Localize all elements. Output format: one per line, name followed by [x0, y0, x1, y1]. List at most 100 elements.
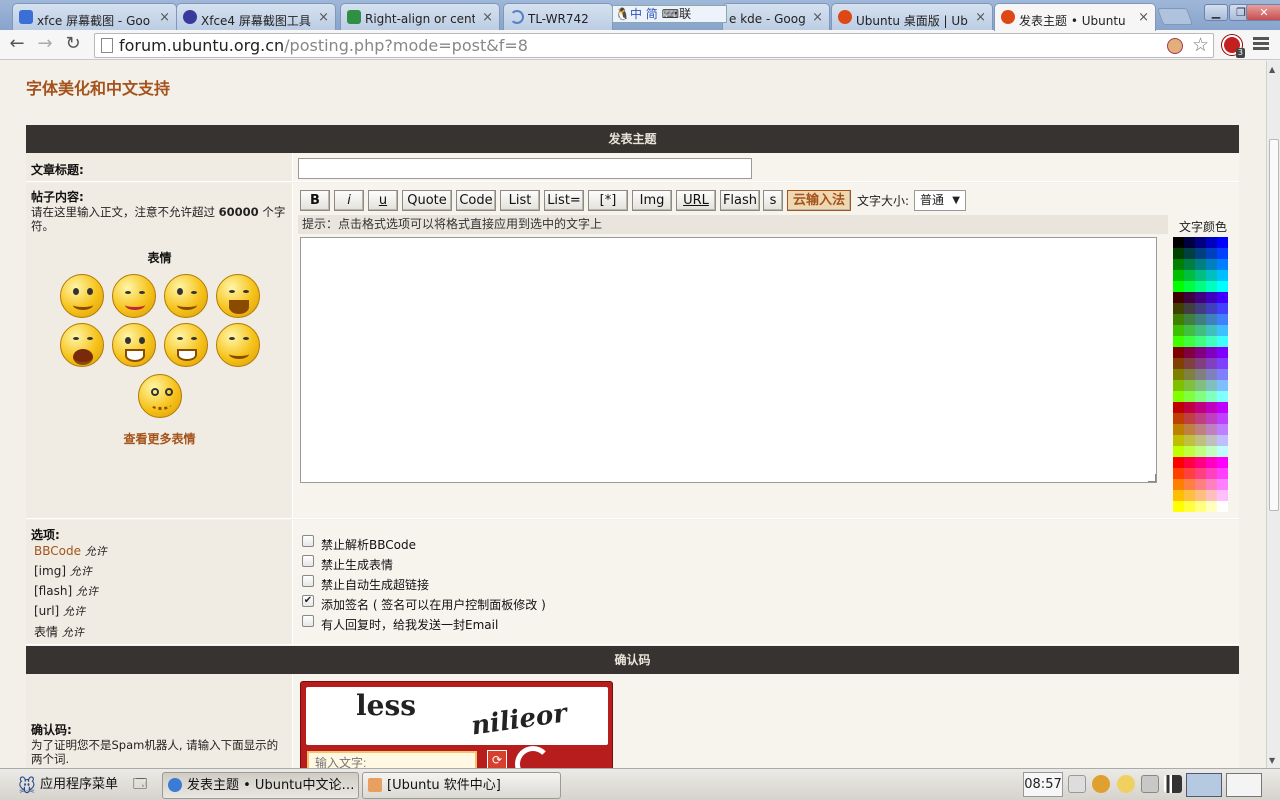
color-swatch[interactable] — [1184, 457, 1195, 468]
color-swatch[interactable] — [1173, 292, 1184, 303]
color-swatch[interactable] — [1195, 457, 1206, 468]
color-swatch[interactable] — [1217, 369, 1228, 380]
color-swatch[interactable] — [1206, 435, 1217, 446]
tab-xfce-screenshot[interactable]: xfce 屏幕截图 - Goo × — [12, 3, 177, 30]
sweat-smiley-icon[interactable] — [112, 323, 156, 367]
color-swatch[interactable] — [1195, 446, 1206, 457]
color-swatch[interactable] — [1173, 380, 1184, 391]
grin-smiley-icon[interactable] — [164, 323, 208, 367]
color-swatch[interactable] — [1173, 457, 1184, 468]
color-swatch[interactable] — [1173, 424, 1184, 435]
smug-smiley-icon[interactable] — [216, 323, 260, 367]
close-icon[interactable]: × — [482, 10, 493, 25]
color-swatch[interactable] — [1195, 259, 1206, 270]
close-window-button[interactable]: ✕ — [1246, 4, 1280, 21]
color-swatch[interactable] — [1173, 369, 1184, 380]
color-swatch[interactable] — [1173, 402, 1184, 413]
italic-button[interactable]: i — [334, 190, 364, 211]
color-swatch[interactable] — [1184, 490, 1195, 501]
font-size-select[interactable]: 普通 ▼ — [914, 190, 966, 211]
color-swatch[interactable] — [1195, 402, 1206, 413]
smiley-icon[interactable] — [60, 274, 104, 318]
network-signal-icon[interactable] — [1164, 775, 1182, 793]
color-swatch[interactable] — [1173, 248, 1184, 259]
color-swatch[interactable] — [1206, 424, 1217, 435]
cry-smiley-icon[interactable] — [60, 323, 104, 367]
color-swatch[interactable] — [1206, 259, 1217, 270]
color-swatch[interactable] — [1195, 424, 1206, 435]
color-swatch[interactable] — [1184, 479, 1195, 490]
list-ordered-button[interactable]: List= — [544, 190, 584, 211]
color-swatch[interactable] — [1173, 391, 1184, 402]
color-swatch[interactable] — [1195, 468, 1206, 479]
color-swatch[interactable] — [1184, 435, 1195, 446]
resize-grip-icon[interactable] — [1148, 474, 1156, 482]
color-swatch[interactable] — [1217, 292, 1228, 303]
color-swatch[interactable] — [1217, 303, 1228, 314]
color-swatch[interactable] — [1195, 391, 1206, 402]
color-swatch[interactable] — [1184, 391, 1195, 402]
color-swatch[interactable] — [1195, 336, 1206, 347]
tab-xfce4-tool[interactable]: Xfce4 屏幕截图工具 × — [176, 3, 336, 30]
color-swatch[interactable] — [1184, 270, 1195, 281]
minimize-button[interactable]: ▁ — [1204, 4, 1228, 21]
color-swatch[interactable] — [1217, 435, 1228, 446]
color-swatch[interactable] — [1206, 501, 1217, 512]
reload-button[interactable]: ↻ — [62, 34, 84, 56]
color-swatch[interactable] — [1206, 358, 1217, 369]
clock[interactable]: 08:57 — [1023, 772, 1063, 797]
color-swatch[interactable] — [1206, 237, 1217, 248]
quote-button[interactable]: Quote — [402, 190, 452, 211]
color-swatch[interactable] — [1217, 424, 1228, 435]
notes-tray-icon[interactable] — [1141, 775, 1159, 793]
color-swatch[interactable] — [1173, 468, 1184, 479]
color-swatch[interactable] — [1195, 314, 1206, 325]
color-swatch[interactable] — [1195, 237, 1206, 248]
color-swatch[interactable] — [1217, 270, 1228, 281]
color-swatch[interactable] — [1173, 281, 1184, 292]
forward-button[interactable]: → — [34, 34, 56, 56]
color-swatch[interactable] — [1195, 292, 1206, 303]
color-swatch[interactable] — [1173, 303, 1184, 314]
color-swatch[interactable] — [1184, 259, 1195, 270]
color-swatch[interactable] — [1195, 303, 1206, 314]
color-swatch[interactable] — [1217, 402, 1228, 413]
color-swatch[interactable] — [1173, 358, 1184, 369]
color-swatch[interactable] — [1195, 369, 1206, 380]
color-swatch[interactable] — [1217, 468, 1228, 479]
flash-button[interactable]: Flash — [720, 190, 760, 211]
bold-button[interactable]: B — [300, 190, 330, 211]
weather-tray-icon[interactable] — [1117, 775, 1135, 793]
color-swatch[interactable] — [1184, 501, 1195, 512]
color-swatch[interactable] — [1217, 347, 1228, 358]
disable-bbcode-checkbox[interactable] — [302, 535, 314, 547]
color-swatch[interactable] — [1206, 281, 1217, 292]
show-desktop-icon[interactable]: 🗔 — [130, 772, 150, 799]
tab-kde-google[interactable]: e kde - Goog × — [722, 3, 830, 30]
color-swatch[interactable] — [1206, 248, 1217, 259]
color-swatch[interactable] — [1206, 380, 1217, 391]
color-swatch[interactable] — [1173, 446, 1184, 457]
color-swatch[interactable] — [1173, 413, 1184, 424]
color-swatch[interactable] — [1184, 292, 1195, 303]
color-swatch[interactable] — [1217, 325, 1228, 336]
color-swatch[interactable] — [1184, 369, 1195, 380]
subject-input[interactable] — [298, 158, 752, 179]
color-swatch[interactable] — [1195, 270, 1206, 281]
color-swatch[interactable] — [1173, 314, 1184, 325]
code-button[interactable]: Code — [456, 190, 496, 211]
close-icon[interactable]: × — [812, 10, 823, 25]
color-swatch[interactable] — [1206, 479, 1217, 490]
color-swatch[interactable] — [1184, 468, 1195, 479]
bbcode-link[interactable]: BBCode — [34, 544, 81, 558]
tab-post-topic[interactable]: 发表主题 • Ubuntu × — [994, 3, 1156, 31]
task-software-center[interactable]: [Ubuntu 软件中心] — [362, 772, 561, 799]
color-swatch[interactable] — [1195, 380, 1206, 391]
color-swatch[interactable] — [1184, 248, 1195, 259]
color-swatch[interactable] — [1173, 479, 1184, 490]
color-swatch[interactable] — [1184, 413, 1195, 424]
color-swatch[interactable] — [1173, 270, 1184, 281]
tab-right-align[interactable]: Right-align or cent × — [340, 3, 500, 30]
color-swatch[interactable] — [1184, 424, 1195, 435]
close-icon[interactable]: × — [1138, 10, 1149, 25]
